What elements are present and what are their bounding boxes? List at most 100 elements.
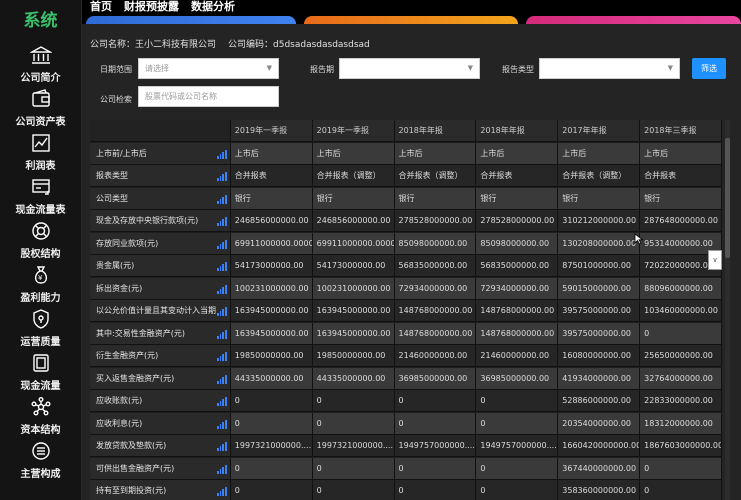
table-row: 可供出售金融资产(元) 0 0 0 0 367440000000.00 0 (90, 457, 722, 480)
sidebar-item-3[interactable]: 现金流量表 (0, 174, 81, 218)
sidebar-item-0[interactable]: 公司简介 (0, 42, 81, 86)
blue-tab-strip[interactable] (86, 16, 296, 24)
table-cell: 1997321000000.... (312, 435, 395, 456)
bar-chart-icon[interactable] (216, 307, 227, 316)
table-row: 发放贷款及垫款(元) 1997321000000.... 1997321000000… (90, 435, 722, 457)
sidebar-item-9[interactable]: 主营构成 (0, 438, 81, 482)
table-cell: 246856000000.00 (230, 210, 313, 231)
table-cell: 25650000000.00 (640, 345, 722, 366)
bar-chart-icon[interactable] (216, 487, 227, 496)
sidebar-item-label: 现金流量表 (15, 205, 66, 216)
table-cell: 19850000000.00 (230, 345, 313, 366)
sidebar-item-4[interactable]: 股权结构 (0, 218, 81, 262)
bar-chart-icon[interactable] (216, 374, 227, 384)
table-cell: 上市后 (558, 142, 641, 164)
table-cell: 246856000000.00 (312, 210, 395, 231)
column-header[interactable]: 2018年三季报 (640, 120, 722, 141)
table-row: 上市前/上市后 上市后 上市后 上市后 上市后 上市后 上市后 (90, 142, 722, 165)
row-label-text: 可供出售金融资产(元) (96, 463, 175, 473)
table-cell: 上市后 (312, 142, 395, 164)
table-cell: 0 (230, 457, 313, 479)
bar-chart-icon[interactable] (216, 464, 227, 474)
table-cell: 0 (312, 480, 395, 500)
table-cell: 1949757000000.... (476, 435, 559, 456)
table-cell: 88096000000.00 (640, 277, 722, 299)
row-label-text: 以公允价值计量且其变动计入当期... (96, 306, 216, 315)
company-search-input[interactable]: 股票代码或公司名称 (138, 86, 279, 107)
bar-chart-icon[interactable] (216, 352, 227, 361)
report-period-select[interactable]: ▼ (339, 58, 480, 79)
column-header[interactable]: 2017年年报 (558, 120, 641, 141)
bar-chart-icon[interactable] (216, 284, 227, 294)
nav-home[interactable]: 首页 (90, 0, 112, 14)
table-cell: 21460000000.00 (394, 345, 477, 366)
bar-chart-icon[interactable] (216, 194, 227, 204)
table-row: 现金及存放中央银行款项(元) 246856000000.00 24685600000… (90, 210, 722, 232)
table-cell: 148768000000.00 (394, 322, 477, 344)
row-label-text: 报表类型 (96, 171, 128, 180)
table-cell: 0 (640, 480, 722, 500)
bar-chart-icon[interactable] (216, 262, 227, 271)
column-header[interactable]: 2019年一季报 (312, 120, 395, 141)
row-label-text: 买入返售金融资产(元) (96, 373, 175, 383)
table-row: 公司类型 银行 银行 银行 银行 银行 银行 (90, 187, 722, 210)
table-cell: 85098000000.00 (476, 232, 559, 254)
report-type-label: 报告类型 (502, 65, 534, 74)
row-label: 应收账款(元) (90, 390, 231, 411)
table-cell: 287648000000.00 (640, 210, 722, 231)
sidebar-item-5[interactable]: ¥ 盈利能力 (0, 262, 81, 306)
financial-table: 2019年一季报 2019年一季报 2018年年报 2018年年报 2017年年报 201… (90, 120, 722, 500)
row-label-text: 现金及存放中央银行款项(元) (96, 216, 199, 225)
orange-tab-strip[interactable] (304, 16, 518, 24)
nav-report-disclosure[interactable]: 财报预披露 (124, 0, 179, 14)
sidebar-item-label: 利润表 (25, 161, 56, 172)
bar-chart-icon[interactable] (216, 149, 227, 159)
table-cell: 163945000000.00 (312, 322, 395, 344)
lifebuoy-icon (30, 220, 52, 242)
column-header[interactable]: 2019年一季报 (230, 120, 313, 141)
bar-chart-icon[interactable] (216, 329, 227, 339)
chevron-down-icon: ▼ (266, 64, 272, 72)
table-cell: 银行 (230, 187, 313, 209)
sidebar-item-6[interactable]: 运营质量 (0, 306, 81, 350)
sidebar-item-1[interactable]: 公司资产表 (0, 86, 81, 130)
sidebar-item-2[interactable]: 利润表 (0, 130, 81, 174)
table-scrollbar[interactable] (725, 120, 730, 500)
menu-circle-icon (30, 440, 52, 462)
money-bag-icon: ¥ (30, 264, 52, 286)
row-label-text: 其中:交易性金融资产(元) (96, 328, 185, 338)
row-label-text: 应收账款(元) (96, 396, 143, 405)
row-label-text: 应收利息(元) (96, 418, 143, 428)
table-corner (90, 120, 231, 141)
table-cell: 银行 (640, 187, 722, 209)
bar-chart-icon[interactable] (216, 419, 227, 429)
table-cell: 148768000000.00 (394, 300, 477, 321)
table-cell: 100231000000.00 (312, 277, 395, 299)
sidebar-item-8[interactable]: 资本结构 (0, 394, 81, 438)
nav-data-analysis[interactable]: 数据分析 (191, 0, 235, 14)
filter-button[interactable]: 筛选 (692, 58, 726, 79)
line-chart-icon (30, 132, 52, 154)
column-header[interactable]: 2018年年报 (476, 120, 559, 141)
bar-chart-icon[interactable] (216, 217, 227, 226)
table-cell: 59015000000.00 (558, 277, 641, 299)
bar-chart-icon[interactable] (216, 239, 227, 249)
chevron-down-icon[interactable]: ∨ (708, 250, 722, 270)
row-label: 衍生金融资产(元) (90, 345, 231, 366)
table-cell: 19850000000.00 (312, 345, 395, 366)
table-cell: 21460000000.00 (476, 345, 559, 366)
table-row: 其中:交易性金融资产(元) 163945000000.00 163945000000… (90, 322, 722, 345)
table-cell: 16080000000.00 (558, 345, 641, 366)
column-header[interactable]: 2018年年报 (394, 120, 477, 141)
scrollbar-thumb[interactable] (725, 138, 730, 258)
bar-chart-icon[interactable] (216, 442, 227, 451)
date-range-select[interactable]: 请选择 ▼ (138, 58, 279, 79)
pink-tab-strip[interactable] (526, 16, 741, 24)
bar-chart-icon[interactable] (216, 397, 227, 406)
table-row: 应收账款(元) 0 0 0 0 52886000000.00 22833000000.00 (90, 390, 722, 412)
table-cell: 银行 (394, 187, 477, 209)
sidebar-item-label: 公司简介 (20, 73, 61, 84)
report-type-select[interactable]: ▼ (539, 58, 680, 79)
sidebar-item-7[interactable]: 现金流量 (0, 350, 81, 394)
bar-chart-icon[interactable] (216, 172, 227, 181)
